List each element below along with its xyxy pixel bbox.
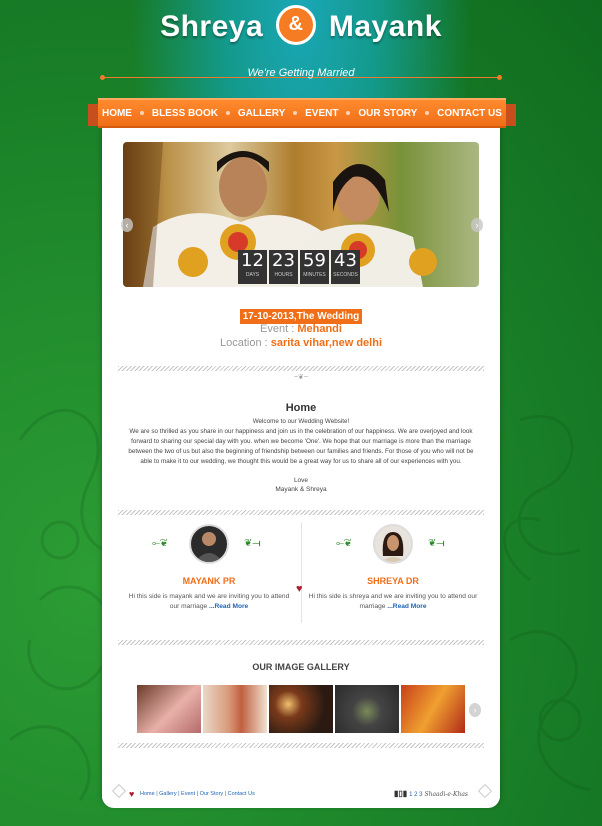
divider — [118, 640, 484, 645]
gallery-thumb[interactable] — [401, 685, 465, 733]
heart-icon: ♥ — [296, 583, 303, 595]
bride-avatar[interactable] — [373, 524, 413, 564]
bride-profile: SHREYA DR Hi this side is shreya and we … — [308, 520, 478, 612]
countdown-seconds: 43 SECONDS — [331, 250, 360, 284]
gallery-thumb[interactable] — [203, 685, 267, 733]
countdown-minutes: 59 MINUTES — [300, 250, 329, 284]
bar-chart-icon: ▮▯▮ — [394, 789, 408, 798]
nav-dot — [293, 111, 298, 115]
brand-signature: Shaadi-e-Khas — [424, 791, 468, 798]
site-title: Shreya & Mayank — [0, 5, 602, 48]
event-line: Event : Mehandi — [0, 323, 602, 335]
groom-read-more-link[interactable]: ...Read More — [209, 603, 248, 610]
wedding-date-badge: 17-10-2013,The Wedding Date — [240, 309, 362, 337]
groom-desc: Hi this side is mayank and we are inviti… — [128, 593, 290, 610]
countdown-timer: 12 DAYS 23 HOURS 59 MINUTES 43 SECONDS — [238, 250, 360, 284]
gallery-heading: OUR IMAGE GALLERY — [252, 662, 350, 672]
groom-profile: MAYANK PR Hi this side is mayank and we … — [124, 520, 294, 612]
tagline: We're Getting Married — [247, 67, 355, 79]
home-heading: Home — [285, 402, 317, 414]
bride-name: Shreya — [160, 9, 264, 43]
nav-dot — [225, 111, 230, 115]
bride-read-more-link[interactable]: ...Read More — [387, 603, 426, 610]
divider — [118, 510, 484, 515]
bride-name-label: SHREYA DR — [367, 576, 419, 586]
countdown-days: 12 DAYS — [238, 250, 267, 284]
footer-heart-icon: ♥ — [129, 789, 135, 799]
love-label: Love — [293, 477, 309, 484]
nav-gallery[interactable]: GALLERY — [238, 108, 285, 119]
nav-dot — [139, 111, 144, 115]
groom-name: Mayank — [328, 9, 442, 43]
slider-prev-arrow[interactable]: ‹ — [121, 218, 133, 232]
nav-home[interactable]: HOME — [102, 108, 132, 119]
slider-next-arrow[interactable]: › — [471, 218, 483, 232]
nav-dot — [346, 111, 351, 115]
nav-contact-us[interactable]: CONTACT US — [437, 108, 502, 119]
profile-separator — [301, 523, 302, 623]
ampersand-badge: & — [276, 5, 316, 45]
nav-event[interactable]: EVENT — [305, 108, 338, 119]
bride-desc: Hi this side is shreya and we are inviti… — [308, 593, 478, 610]
gallery-next-arrow[interactable]: › — [469, 703, 481, 717]
nav-our-story[interactable]: OUR STORY — [358, 108, 417, 119]
location-value: sarita vihar,new delhi — [270, 337, 383, 349]
welcome-line: Welcome to our Wedding Website! — [252, 418, 350, 425]
footer-links[interactable]: Home | Gallery | Event | Our Story | Con… — [140, 791, 255, 797]
countdown-hours: 23 HOURS — [269, 250, 298, 284]
home-body: We are so thrilled as you share in our h… — [128, 428, 474, 465]
gallery-strip — [137, 685, 465, 733]
home-text: Welcome to our Wedding Website! We are s… — [122, 417, 480, 467]
nav-bless-book[interactable]: BLESS BOOK — [152, 108, 218, 119]
event-value: Mehandi — [297, 323, 342, 335]
nav-dot — [425, 111, 430, 115]
gallery-thumb[interactable] — [137, 685, 201, 733]
gallery-thumb[interactable] — [269, 685, 333, 733]
event-label: Event : — [260, 323, 298, 335]
gallery-thumb[interactable] — [335, 685, 399, 733]
divider — [118, 743, 484, 748]
location-label: Location : — [219, 337, 271, 349]
footer-right: ▮▯▮ 1 2 3 Shaadi-e-Khas — [394, 789, 468, 798]
location-line: Location : sarita vihar,new delhi — [0, 337, 602, 349]
main-nav: HOME BLESS BOOK GALLERY EVENT OUR STORY … — [88, 98, 516, 128]
groom-name-label: MAYANK PR — [182, 576, 236, 586]
signature: Mayank & Shreya — [275, 486, 327, 493]
divider — [118, 366, 484, 371]
groom-avatar[interactable] — [189, 524, 229, 564]
pagination[interactable]: 1 2 3 — [409, 792, 422, 798]
divider-ornament: ~❦~ — [293, 374, 309, 381]
love-block: Love Mayank & Shreya — [0, 476, 602, 494]
